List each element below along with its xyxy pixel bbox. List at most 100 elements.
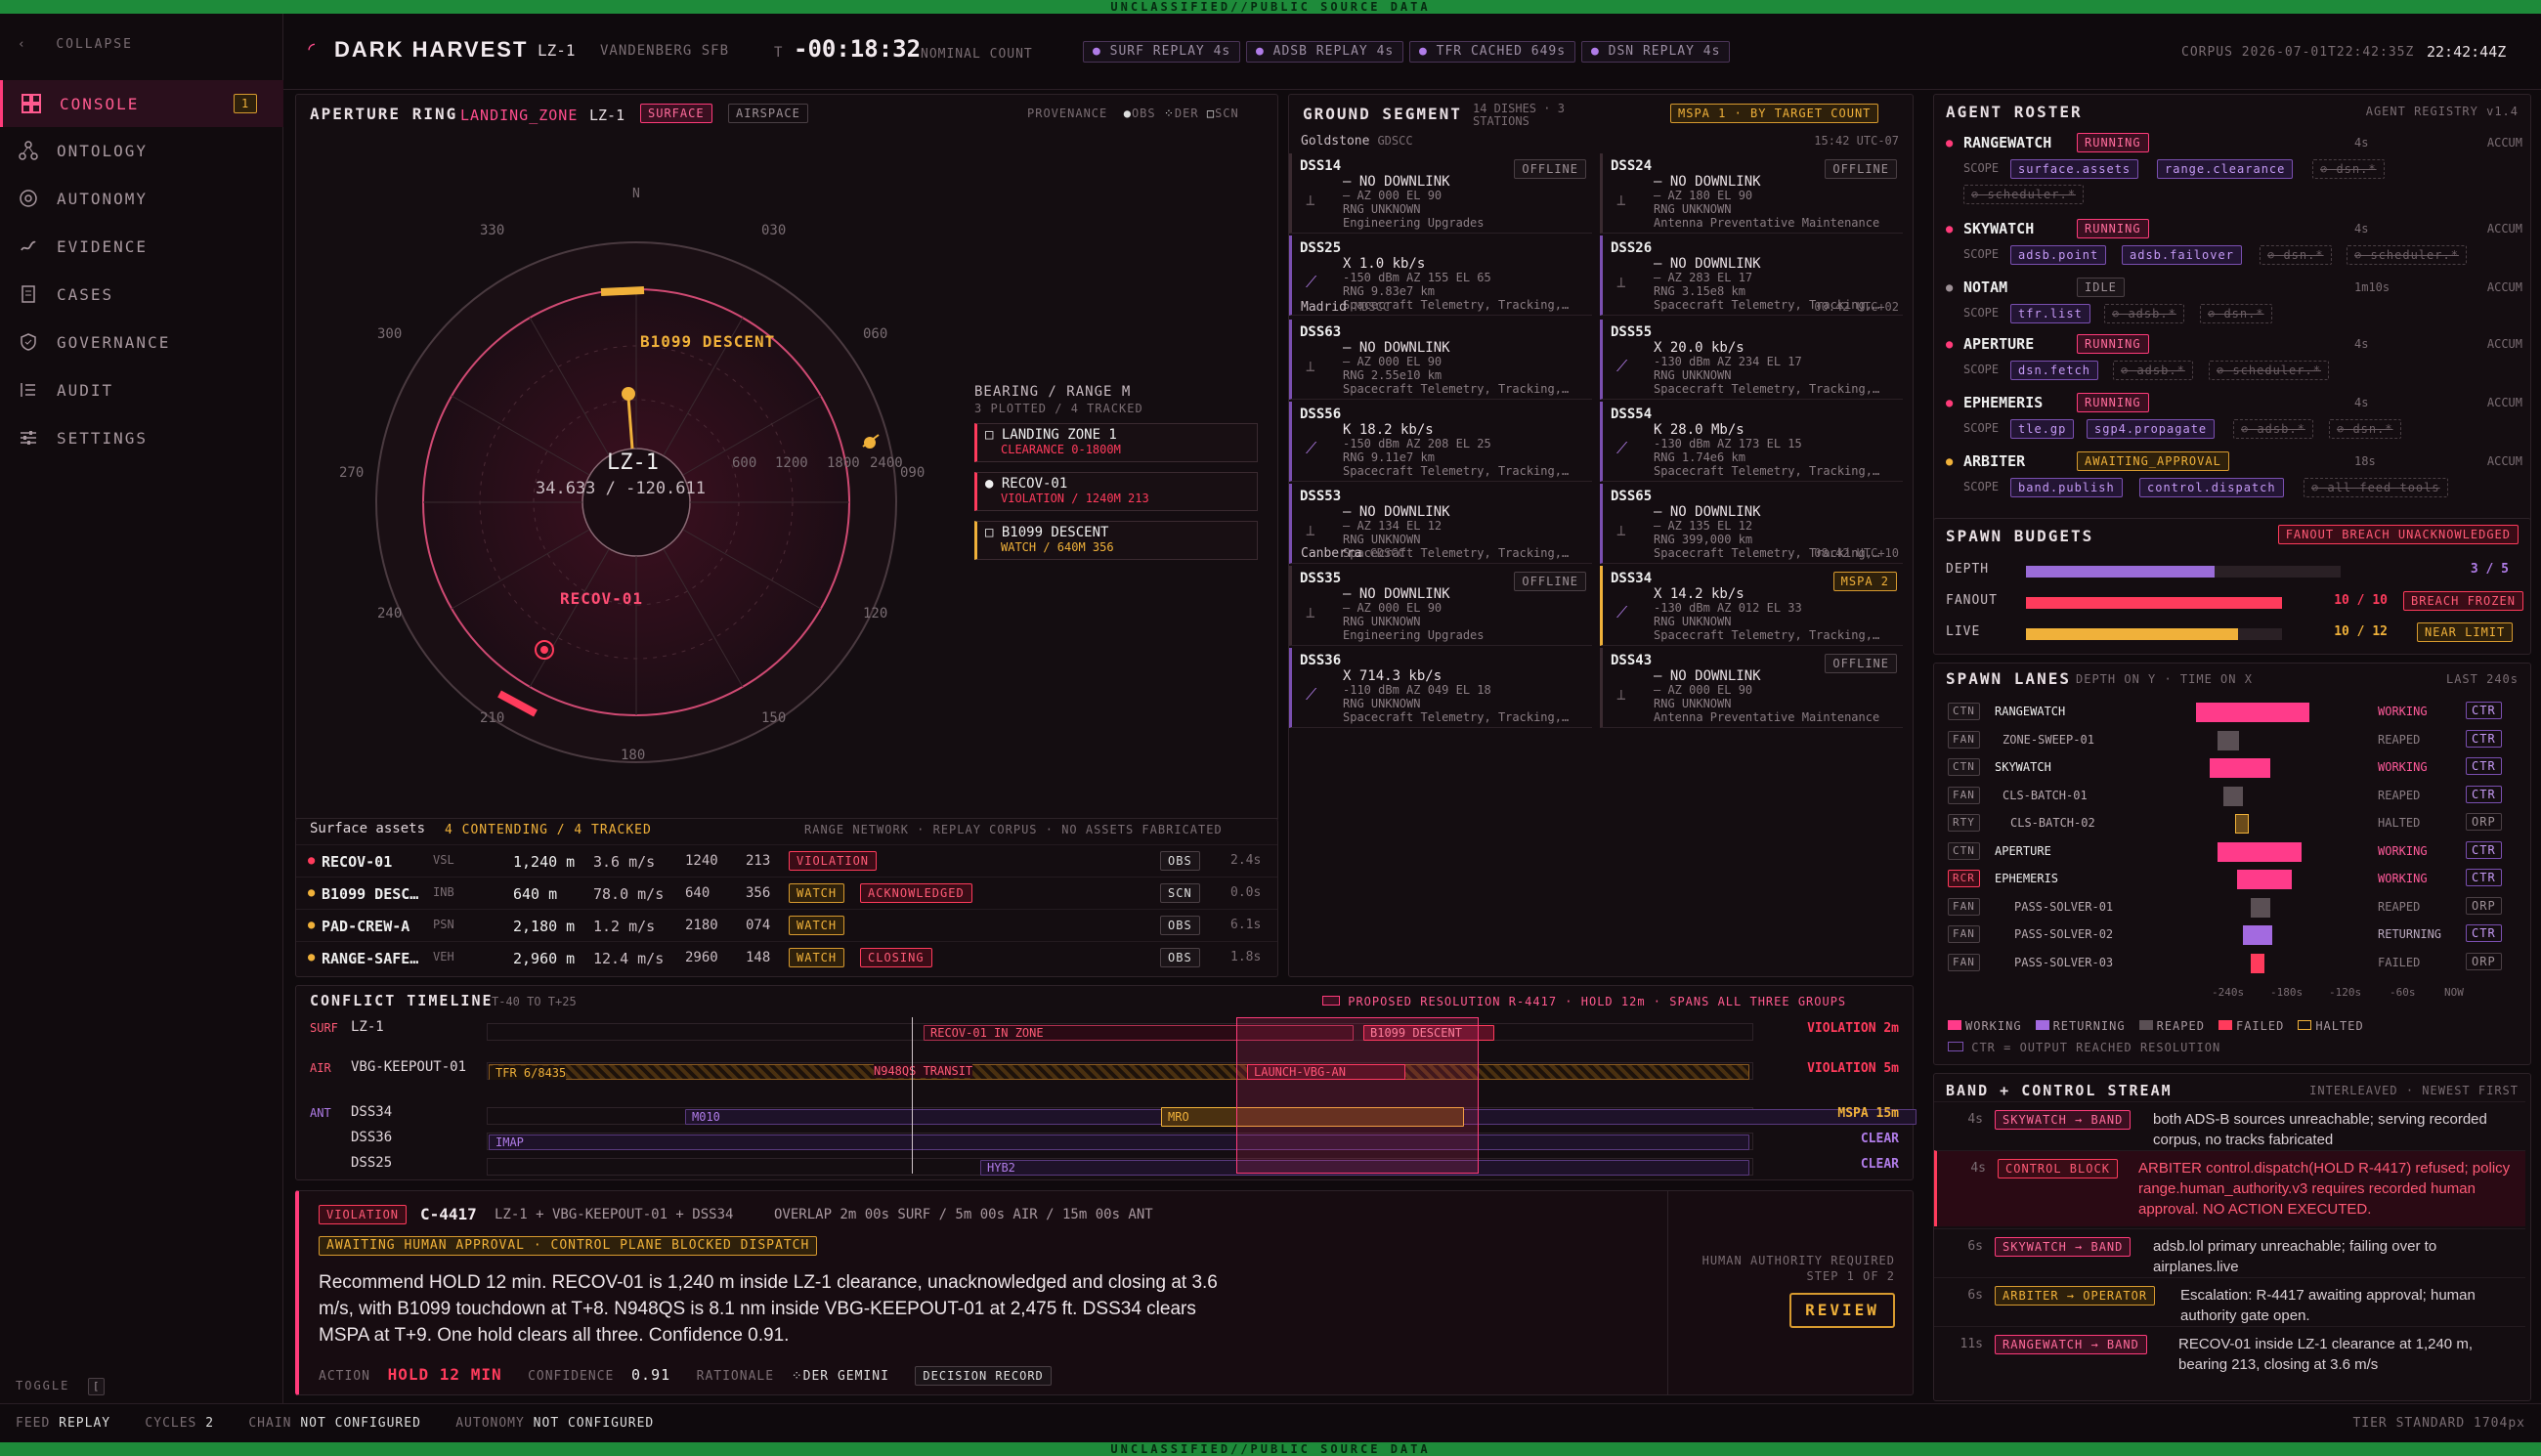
- sidebar-item-governance[interactable]: GOVERNANCE: [0, 319, 283, 365]
- sidebar-item-cases[interactable]: CASES: [0, 271, 283, 318]
- lane-action[interactable]: CTR: [2466, 702, 2502, 719]
- bar-tfr[interactable]: TFR 6/8435: [489, 1064, 1749, 1080]
- stream-item[interactable]: 6s SKYWATCH → BAND adsb.lol primary unreac…: [1934, 1228, 2525, 1275]
- lane-legend: WORKING RETURNING REAPED FAILED HALTED: [1948, 1019, 2378, 1033]
- lane-action[interactable]: CTR: [2466, 729, 2502, 748]
- stream-item[interactable]: 4s CONTROL BLOCK ARBITER control.dispatch(…: [1934, 1150, 2525, 1226]
- lane-row[interactable]: CTN RANGEWATCH WORKING CTR: [1934, 699, 2520, 726]
- assets-note: RANGE NETWORK · REPLAY CORPUS · NO ASSET…: [804, 823, 1223, 836]
- dish-dss36[interactable]: DSS36 ⟋ X 714.3 kb/s -110 dBm AZ 049 EL 18 R…: [1289, 648, 1592, 728]
- bar-n948[interactable]: N948QS TRANSIT: [868, 1064, 1005, 1080]
- toggle-control[interactable]: TOGGLE [: [16, 1378, 106, 1395]
- agent-aperture[interactable]: ● APERTURE RUNNING 4s ACCUM SCOPE dsn.fetch ⊘ a…: [1934, 334, 2530, 390]
- lane-row[interactable]: FAN PASS-SOLVER-02 RETURNING CTR: [1934, 921, 2520, 949]
- asset-row[interactable]: ● B1099 DESC… INB 640 m 78.0 m/s 640 356 WATCH A…: [296, 877, 1277, 909]
- decision-record-button[interactable]: DECISION RECORD: [915, 1366, 1052, 1386]
- center-label: LZ-1: [607, 450, 659, 475]
- dish-dss55[interactable]: DSS55 ⟋ X 20.0 kb/s -130 dBm AZ 234 EL 17 RN…: [1600, 320, 1903, 400]
- agent-ephemeris[interactable]: ● EPHEMERIS RUNNING 4s ACCUM SCOPE tle.gp sgp4.…: [1934, 393, 2530, 449]
- sidebar-item-settings[interactable]: SETTINGS: [0, 414, 283, 461]
- stream-item[interactable]: 11s RANGEWATCH → BAND RECOV-01 inside LZ-1…: [1934, 1326, 2525, 1375]
- dish-antenna-icon: ⟋: [1616, 357, 1628, 375]
- tab-airspace[interactable]: AIRSPACE: [728, 104, 808, 123]
- collapse-button[interactable]: ‹ COLLAPSE: [18, 37, 133, 52]
- lane-row[interactable]: CTN SKYWATCH WORKING CTR: [1934, 754, 2520, 782]
- scope-chip: dsn.fetch: [2010, 361, 2099, 380]
- lane-row[interactable]: FAN CLS-BATCH-01 REAPED CTR: [1934, 783, 2520, 810]
- sidebar-item-autonomy[interactable]: AUTONOMY: [0, 175, 283, 222]
- status-dot-icon: ●: [308, 918, 316, 931]
- lane-action[interactable]: ORP: [2466, 896, 2502, 915]
- bearing-item-b1099[interactable]: □ B1099 DESCENT WATCH / 640M 356: [974, 521, 1258, 560]
- bearing-item-recov[interactable]: ● RECOV-01 VIOLATION / 1240M 213: [974, 472, 1258, 511]
- dish-dss43[interactable]: DSS43 OFFLINE ⟂ — NO DOWNLINK — AZ 000 EL 90…: [1600, 648, 1903, 728]
- asset-row[interactable]: ● RECOV-01 VSL 1,240 m 3.6 m/s 1240 213 VIOLATI…: [296, 844, 1277, 877]
- ground-sub: 14 DISHES · 3 STATIONS: [1473, 102, 1565, 128]
- agent-rangewatch[interactable]: ● RANGEWATCH RUNNING 4s ACCUM SCOPE surface.as…: [1934, 133, 2530, 204]
- status-dot-icon: ●: [1946, 337, 1954, 351]
- bearing-item-landing-zone[interactable]: □ LANDING ZONE 1 CLEARANCE 0-1800M: [974, 423, 1258, 462]
- dish-badge: OFFLINE: [1825, 159, 1897, 179]
- decision-meta: ACTION HOLD 12 MIN CONFIDENCE 0.91 RATIO…: [319, 1365, 1052, 1386]
- scope-chip: sgp4.propagate: [2087, 419, 2216, 439]
- agent-notam[interactable]: ● NOTAM IDLE 1m10s ACCUM SCOPE tfr.list ⊘ adsb.…: [1934, 278, 2530, 333]
- dish-badge: MSPA 2: [1832, 572, 1897, 591]
- stream-item[interactable]: 4s SKYWATCH → BAND both ADS-B sources unre…: [1934, 1101, 2525, 1148]
- agent-arbiter[interactable]: ● ARBITER AWAITING_APPROVAL 18s ACCUM SCOPE ba…: [1934, 451, 2530, 507]
- asset-tag: ACKNOWLEDGED: [860, 883, 972, 903]
- lane-action[interactable]: CTR: [2466, 924, 2502, 942]
- surface-assets-panel: Surface assets 4 CONTENDING / 4 TRACKED …: [295, 819, 1278, 977]
- lane-row[interactable]: FAN PASS-SOLVER-03 FAILED ORP: [1934, 950, 2520, 977]
- b1099-arc: [600, 286, 645, 296]
- lane-bar: [2210, 758, 2270, 778]
- chip-dsn-replay[interactable]: ● DSN REPLAY 4s: [1581, 41, 1731, 63]
- asset-speed: 78.0 m/s: [593, 885, 665, 903]
- chip-tfr-cached[interactable]: ● TFR CACHED 649s: [1409, 41, 1576, 63]
- lane-action[interactable]: CTR: [2466, 785, 2502, 803]
- sidebar-item-evidence[interactable]: EVIDENCE: [0, 223, 283, 270]
- sidebar-item-ontology[interactable]: ONTOLOGY: [0, 127, 283, 174]
- scope-chip: adsb.failover: [2122, 245, 2242, 265]
- bar-imap[interactable]: IMAP: [489, 1135, 1749, 1150]
- dish-dss34[interactable]: DSS34 MSPA 2 ⟋ X 14.2 kb/s -130 dBm AZ 012 E…: [1600, 566, 1903, 646]
- lane-row[interactable]: FAN ZONE-SWEEP-01 REAPED CTR: [1934, 727, 2520, 754]
- dish-dss63[interactable]: DSS63 ⟂ — NO DOWNLINK — AZ 000 EL 90 RNG 2.5…: [1289, 320, 1592, 400]
- asset-bearing: 356: [746, 885, 771, 901]
- dish-dss35[interactable]: DSS35 OFFLINE ⟂ — NO DOWNLINK — AZ 000 EL 90…: [1289, 566, 1592, 646]
- lane-row[interactable]: CTN APERTURE WORKING CTR: [1934, 838, 2520, 866]
- dish-dss56[interactable]: DSS56 ⟋ K 18.2 kb/s -150 dBm AZ 208 EL 25 RN…: [1289, 402, 1592, 482]
- asset-age: 6.1s: [1230, 918, 1262, 932]
- lane-row[interactable]: FAN PASS-SOLVER-01 REAPED ORP: [1934, 894, 2520, 921]
- dish-dss24[interactable]: DSS24 OFFLINE ⟂ — NO DOWNLINK — AZ 180 EL 90…: [1600, 153, 1903, 234]
- dish-dss14[interactable]: DSS14 OFFLINE ⟂ — NO DOWNLINK — AZ 000 EL 90…: [1289, 153, 1592, 234]
- lane-surf: SURF: [310, 1021, 338, 1035]
- console-badge: 1: [234, 94, 258, 113]
- tab-surface[interactable]: SURFACE: [640, 104, 712, 123]
- asset-row[interactable]: ● RANGE-SAFE… VEH 2,960 m 12.4 m/s 2960 148 WAT…: [296, 941, 1277, 973]
- scope-chip: adsb.point: [2010, 245, 2107, 265]
- review-button[interactable]: REVIEW: [1789, 1293, 1895, 1328]
- lane-row[interactable]: RCR EPHEMERIS WORKING CTR: [1934, 866, 2520, 893]
- asset-row[interactable]: ● PAD-CREW-A PSN 2,180 m 1.2 m/s 2180 074 WATCH…: [296, 909, 1277, 941]
- asset-r: 640: [685, 885, 711, 901]
- lane-row[interactable]: RTY CLS-BATCH-02 HALTED ORP: [1934, 810, 2520, 837]
- lane-action[interactable]: CTR: [2466, 840, 2502, 859]
- t-label: T: [774, 45, 783, 61]
- stream-item[interactable]: 6s ARBITER → OPERATOR Escalation: R-4417 a…: [1934, 1277, 2525, 1324]
- lane-action[interactable]: ORP: [2466, 952, 2502, 970]
- asset-r: 2180: [685, 918, 718, 933]
- dish-dss54[interactable]: DSS54 ⟋ K 28.0 Mb/s -130 dBm AZ 173 EL 15 RN…: [1600, 402, 1903, 482]
- spawn-budgets-panel: SPAWN BUDGETS FANOUT BREACH UNACKNOWLEDG…: [1933, 518, 2531, 655]
- aperture-title: APERTURE RING: [310, 105, 458, 123]
- chip-surf-replay[interactable]: ● SURF REPLAY 4s: [1083, 41, 1241, 63]
- lane-action[interactable]: CTR: [2466, 869, 2502, 886]
- b1099-marker[interactable]: [622, 387, 635, 401]
- lane-action[interactable]: CTR: [2466, 757, 2502, 775]
- asset-range: 2,960 m: [513, 950, 576, 967]
- agent-skywatch[interactable]: ● SKYWATCH RUNNING 4s ACCUM SCOPE adsb.point ad…: [1934, 219, 2530, 275]
- lane-lz1: LZ-1: [351, 1019, 384, 1035]
- chip-adsb-replay[interactable]: ● ADSB REPLAY 4s: [1246, 41, 1404, 63]
- lane-action[interactable]: ORP: [2466, 813, 2502, 831]
- sidebar-item-console[interactable]: CONSOLE 1: [0, 80, 283, 127]
- sidebar-item-audit[interactable]: AUDIT: [0, 366, 283, 413]
